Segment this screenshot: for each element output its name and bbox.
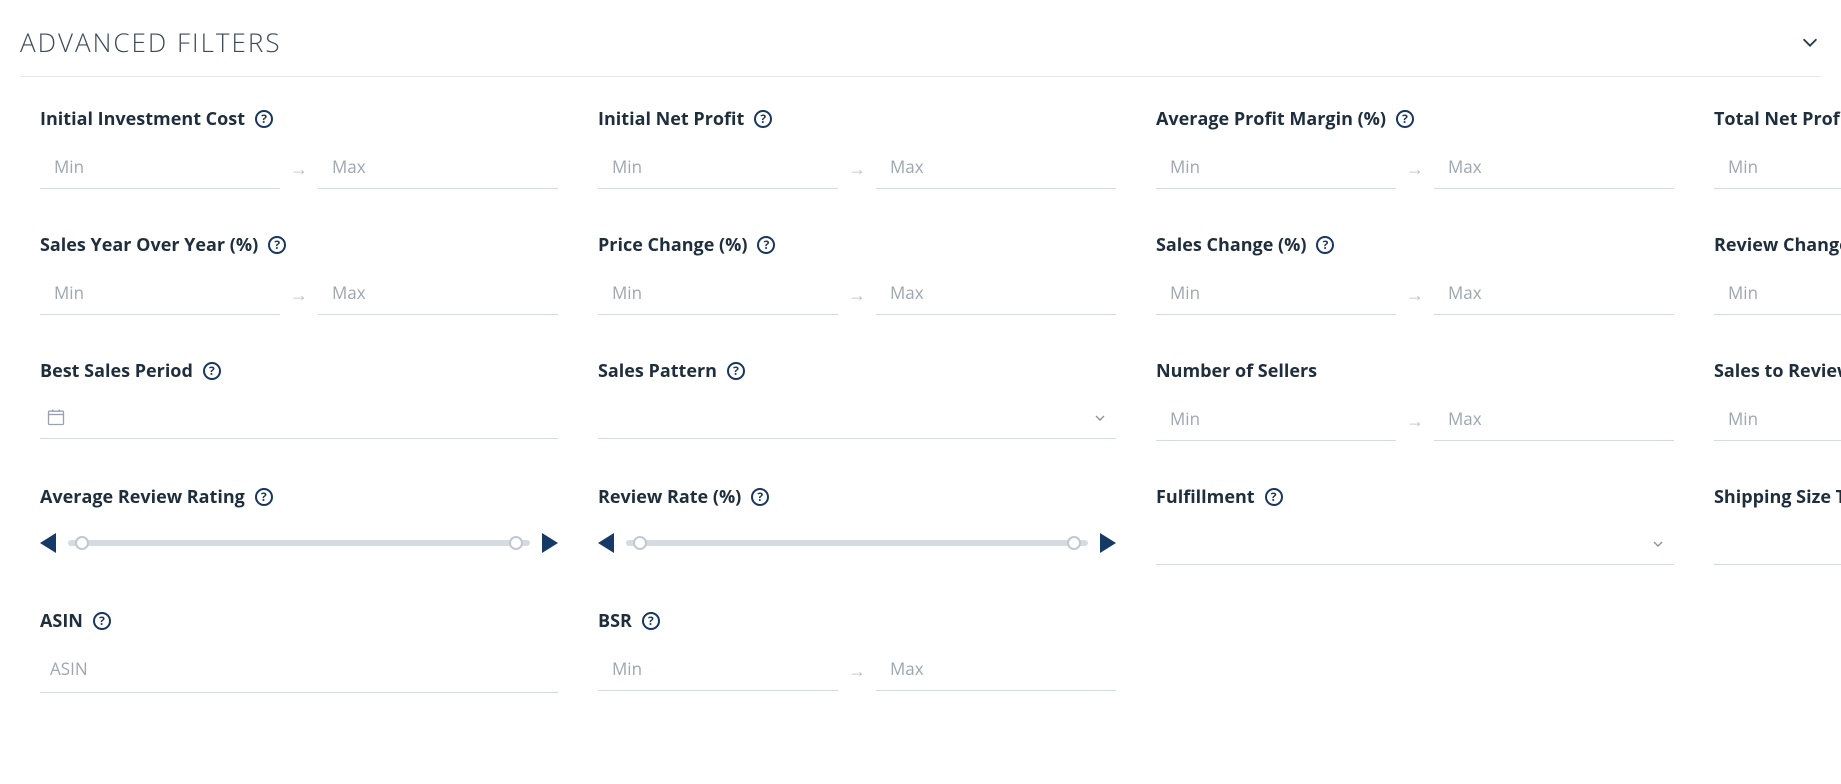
field-sales-change: Sales Change (%) → [1156,233,1674,315]
initial-net-profit-min-input[interactable] [598,149,838,189]
label-review-rate: Review Rate (%) [598,485,741,509]
label-shipping-size-tier: Shipping Size Tier [1714,485,1841,509]
field-asin: ASIN [40,609,558,693]
chevron-down-icon [1799,31,1821,53]
asin-input[interactable] [46,655,552,682]
sales-pattern-select[interactable] [598,401,1116,439]
arrow-right-icon: → [288,157,310,181]
label-fulfillment: Fulfillment [1156,485,1255,509]
label-sales-pattern: Sales Pattern [598,359,717,383]
review-rate-slider[interactable] [626,540,1088,546]
label-best-sales-period: Best Sales Period [40,359,193,383]
slider-left-button[interactable] [598,533,614,553]
label-initial-net-profit: Initial Net Profit [598,107,744,131]
sales-yoy-min-input[interactable] [40,275,280,315]
initial-investment-min-input[interactable] [40,149,280,189]
section-title: ADVANCED FILTERS [20,24,282,60]
help-icon[interactable] [203,362,221,380]
number-of-sellers-min-input[interactable] [1156,401,1396,441]
field-number-of-sellers: Number of Sellers → [1156,359,1674,441]
slider-thumb-max[interactable] [509,536,523,550]
label-review-change: Review Change [1714,233,1841,257]
slider-thumb-max[interactable] [1067,536,1081,550]
arrow-right-icon: → [1404,409,1426,433]
arrow-right-icon: → [1404,157,1426,181]
field-price-change: Price Change (%) → [598,233,1116,315]
help-icon[interactable] [255,110,273,128]
help-icon[interactable] [727,362,745,380]
field-avg-review-rating: Average Review Rating [40,485,558,565]
review-change-min-input[interactable] [1714,275,1841,315]
slider-thumb-min[interactable] [633,536,647,550]
label-asin: ASIN [40,609,83,633]
field-review-rate: Review Rate (%) [598,485,1116,565]
arrow-right-icon: → [846,659,868,683]
bsr-min-input[interactable] [598,651,838,691]
arrow-right-icon: → [1404,283,1426,307]
price-change-min-input[interactable] [598,275,838,315]
sales-to-reviews-min-input[interactable] [1714,401,1841,441]
chevron-down-icon [1092,410,1108,426]
field-review-change: Review Change → [1714,233,1841,315]
help-icon[interactable] [642,612,660,630]
field-bsr: BSR → [598,609,1116,693]
field-best-sales-period: Best Sales Period [40,359,558,441]
field-total-net-profit: Total Net Profit → [1714,107,1841,189]
field-fulfillment: Fulfillment [1156,485,1674,565]
arrow-right-icon: → [846,157,868,181]
field-shipping-size-tier: Shipping Size Tier [1714,485,1841,565]
initial-net-profit-max-input[interactable] [876,149,1116,189]
shipping-size-tier-select[interactable] [1714,527,1841,565]
slider-right-button[interactable] [542,533,558,553]
field-initial-net-profit: Initial Net Profit → [598,107,1116,189]
field-sales-to-reviews: Sales to Reviews → [1714,359,1841,441]
sales-change-max-input[interactable] [1434,275,1674,315]
help-icon[interactable] [1396,110,1414,128]
price-change-max-input[interactable] [876,275,1116,315]
help-icon[interactable] [255,488,273,506]
label-avg-profit-margin: Average Profit Margin (%) [1156,107,1386,131]
bsr-max-input[interactable] [876,651,1116,691]
advanced-filters-header[interactable]: ADVANCED FILTERS [20,20,1821,77]
help-icon[interactable] [1265,488,1283,506]
help-icon[interactable] [268,236,286,254]
field-initial-investment: Initial Investment Cost → [40,107,558,189]
initial-investment-max-input[interactable] [318,149,558,189]
avg-review-rating-slider[interactable] [68,540,530,546]
slider-left-button[interactable] [40,533,56,553]
avg-profit-margin-max-input[interactable] [1434,149,1674,189]
sales-change-min-input[interactable] [1156,275,1396,315]
label-initial-investment: Initial Investment Cost [40,107,245,131]
help-icon[interactable] [754,110,772,128]
slider-right-button[interactable] [1100,533,1116,553]
label-avg-review-rating: Average Review Rating [40,485,245,509]
help-icon[interactable] [757,236,775,254]
label-sales-yoy: Sales Year Over Year (%) [40,233,258,257]
label-sales-to-reviews: Sales to Reviews [1714,359,1841,383]
field-sales-pattern: Sales Pattern [598,359,1116,441]
field-avg-profit-margin: Average Profit Margin (%) → [1156,107,1674,189]
field-sales-yoy: Sales Year Over Year (%) → [40,233,558,315]
label-total-net-profit: Total Net Profit [1714,107,1841,131]
label-number-of-sellers: Number of Sellers [1156,359,1317,383]
number-of-sellers-max-input[interactable] [1434,401,1674,441]
label-sales-change: Sales Change (%) [1156,233,1306,257]
label-bsr: BSR [598,609,632,633]
help-icon[interactable] [751,488,769,506]
slider-thumb-min[interactable] [75,536,89,550]
fulfillment-select[interactable] [1156,527,1674,565]
help-icon[interactable] [93,612,111,630]
avg-profit-margin-min-input[interactable] [1156,149,1396,189]
arrow-right-icon: → [288,283,310,307]
chevron-down-icon [1650,536,1666,552]
best-sales-period-input[interactable] [40,401,558,439]
sales-yoy-max-input[interactable] [318,275,558,315]
arrow-right-icon: → [846,283,868,307]
help-icon[interactable] [1316,236,1334,254]
calendar-icon [46,407,66,427]
total-net-profit-min-input[interactable] [1714,149,1841,189]
filter-grid: Initial Investment Cost → Initial Net Pr… [20,107,1821,693]
label-price-change: Price Change (%) [598,233,747,257]
